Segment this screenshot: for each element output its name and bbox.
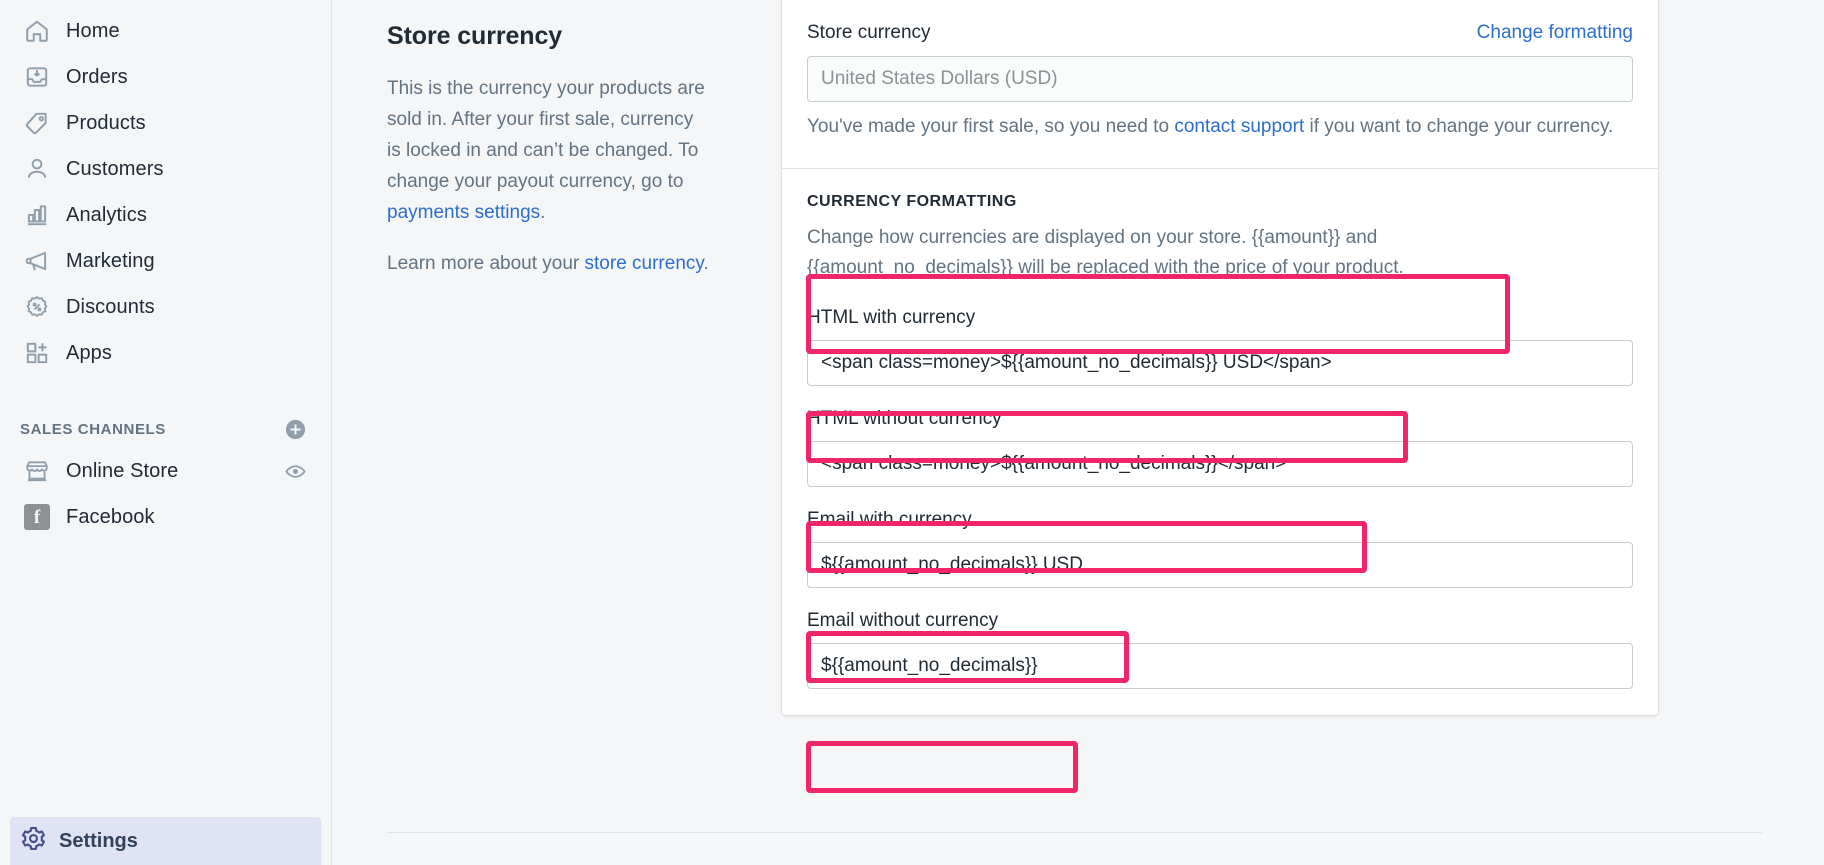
home-icon <box>20 18 54 44</box>
email-without-currency-input[interactable]: ${{amount_no_decimals}} <box>807 643 1633 689</box>
sidebar-item-label: Online Store <box>66 459 179 482</box>
sidebar: Home Orders Products Customers Analytics <box>0 0 332 865</box>
analytics-bar-chart-icon <box>20 202 54 228</box>
sidebar-item-label: Marketing <box>66 249 155 272</box>
annotation-box-email-without-currency <box>806 741 1078 793</box>
contact-support-link[interactable]: contact support <box>1174 116 1304 137</box>
sidebar-item-marketing[interactable]: Marketing <box>10 238 321 284</box>
store-currency-help-text: You've made your first sale, so you need… <box>807 112 1633 142</box>
sidebar-item-analytics[interactable]: Analytics <box>10 192 321 238</box>
sidebar-item-online-store[interactable]: Online Store <box>10 448 321 494</box>
main-content: Store currency This is the currency your… <box>332 0 1824 865</box>
help-post: if you want to change your currency. <box>1304 116 1614 137</box>
sales-channels-title: SALES CHANNELS <box>20 420 166 438</box>
sidebar-item-label: Home <box>66 19 120 42</box>
email-without-currency-field: Email without currency ${{amount_no_deci… <box>807 608 1633 689</box>
settings-row: Store currency This is the currency your… <box>332 0 1824 865</box>
html-without-currency-label: HTML without currency <box>807 408 1002 429</box>
description-column: Store currency This is the currency your… <box>332 0 782 865</box>
sidebar-bottom: Settings <box>0 817 331 865</box>
eye-view-icon[interactable] <box>284 460 307 483</box>
currency-formatting-description: Change how currencies are displayed on y… <box>807 227 1404 278</box>
add-circle-icon[interactable] <box>284 418 307 441</box>
currency-formatting-heading: CURRENCY FORMATTING <box>807 193 1017 210</box>
store-currency-label: Store currency <box>807 22 931 43</box>
sidebar-item-discounts[interactable]: Discounts <box>10 284 321 330</box>
html-with-currency-input[interactable]: <span class=money>${{amount_no_decimals}… <box>807 340 1633 386</box>
sidebar-item-label: Customers <box>66 157 164 180</box>
products-tag-icon <box>20 110 54 136</box>
bottom-divider <box>387 832 1762 833</box>
email-with-currency-label: Email with currency <box>807 509 972 530</box>
sidebar-item-label: Orders <box>66 65 128 88</box>
desc-p2-pre: Learn more about your <box>387 253 585 274</box>
sidebar-item-home[interactable]: Home <box>10 8 321 54</box>
facebook-icon: f <box>20 504 54 530</box>
sidebar-item-label: Settings <box>59 829 138 852</box>
desc-p2-post: . <box>703 253 709 274</box>
marketing-megaphone-icon <box>20 248 54 274</box>
apps-grid-plus-icon <box>20 340 54 366</box>
currency-formatting-section: CURRENCY FORMATTING Change how currencie… <box>782 168 1658 715</box>
html-with-currency-field: HTML with currency <span class=money>${{… <box>807 305 1633 386</box>
desc-p1-pre: This is the currency your products are s… <box>387 78 705 192</box>
html-without-currency-field: HTML without currency <span class=money>… <box>807 406 1633 487</box>
desc-p1-post: . <box>540 202 546 223</box>
store-currency-link[interactable]: store currency <box>585 253 704 274</box>
app-root: Home Orders Products Customers Analytics <box>0 0 1824 865</box>
storefront-icon <box>20 458 54 484</box>
email-with-currency-field: Email with currency ${{amount_no_decimal… <box>807 507 1633 588</box>
store-currency-input[interactable]: United States Dollars (USD) <box>807 56 1633 102</box>
sidebar-item-label: Analytics <box>66 203 147 226</box>
html-with-currency-label: HTML with currency <box>807 307 976 328</box>
email-with-currency-input[interactable]: ${{amount_no_decimals}} USD <box>807 542 1633 588</box>
email-without-currency-label: Email without currency <box>807 610 999 631</box>
sidebar-item-apps[interactable]: Apps <box>10 330 321 376</box>
sidebar-item-label: Apps <box>66 341 112 364</box>
sidebar-item-products[interactable]: Products <box>10 100 321 146</box>
store-currency-header: Store currency Change formatting <box>807 20 1633 46</box>
card-column: Store currency Change formatting United … <box>782 0 1824 865</box>
help-pre: You've made your first sale, so you need… <box>807 116 1175 137</box>
sales-channels-header: SALES CHANNELS <box>10 410 321 448</box>
settings-card: Store currency Change formatting United … <box>782 0 1658 715</box>
discounts-percent-badge-icon <box>20 294 54 320</box>
description-paragraph-2: Learn more about your store currency. <box>387 248 712 279</box>
sidebar-item-settings[interactable]: Settings <box>10 817 321 865</box>
sidebar-item-orders[interactable]: Orders <box>10 54 321 100</box>
description-paragraph-1: This is the currency your products are s… <box>387 73 712 228</box>
customers-person-icon <box>20 156 54 182</box>
store-currency-section: Store currency Change formatting United … <box>782 0 1658 168</box>
change-formatting-link[interactable]: Change formatting <box>1477 22 1633 44</box>
gear-icon <box>20 825 47 857</box>
sidebar-item-label: Facebook <box>66 505 155 528</box>
orders-icon <box>20 64 54 90</box>
html-without-currency-input[interactable]: <span class=money>${{amount_no_decimals}… <box>807 441 1633 487</box>
payments-settings-link[interactable]: payments settings <box>387 202 540 223</box>
sidebar-item-label: Discounts <box>66 295 155 318</box>
page-title: Store currency <box>387 22 563 50</box>
sidebar-item-customers[interactable]: Customers <box>10 146 321 192</box>
sidebar-item-label: Products <box>66 111 146 134</box>
sidebar-item-facebook[interactable]: f Facebook <box>10 494 321 540</box>
